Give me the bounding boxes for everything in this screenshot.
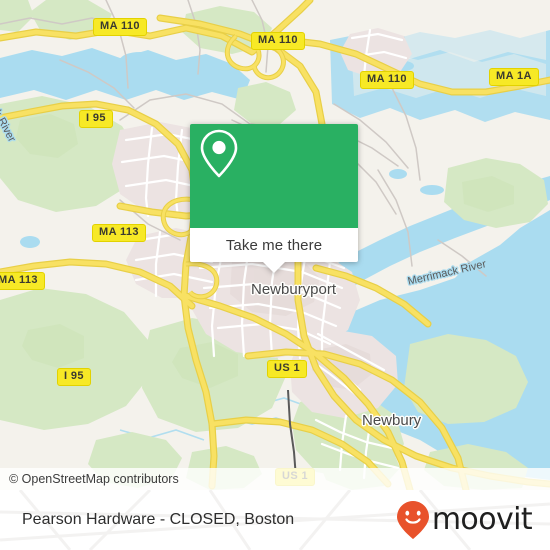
page-title: Pearson Hardware - CLOSED, Boston — [22, 511, 295, 528]
road-shield: MA 110 — [251, 32, 305, 50]
popup-action-label: Take me there — [225, 236, 323, 254]
road-shield: MA 110 — [93, 18, 147, 36]
popup-header — [190, 124, 358, 228]
road-shield: MA 113 — [0, 272, 45, 290]
moovit-wordmark: moovit — [431, 502, 533, 537]
road-shield: I 95 — [57, 368, 91, 386]
popup-action-label-wrap[interactable]: Take me there — [190, 228, 358, 262]
road-shield: MA 110 — [360, 71, 414, 89]
map-attribution-text[interactable]: © OpenStreetMap contributors — [0, 472, 179, 486]
road-shield: MA 113 — [92, 224, 146, 242]
map-popup-take-me-there[interactable]: Take me there — [190, 124, 358, 273]
map-attribution-bar: © OpenStreetMap contributors — [0, 468, 550, 490]
place-label-newburyport: Newburyport — [251, 281, 337, 298]
page-footer: Pearson Hardware - CLOSED, Boston moovit — [0, 490, 550, 550]
location-pin-icon — [200, 129, 238, 178]
road-shield: I 95 — [79, 110, 113, 128]
road-shield: US 1 — [267, 360, 308, 378]
map-canvas[interactable]: MA 110 MA 110 MA 110 MA 1A I 95 MA 113 M… — [0, 0, 550, 490]
moovit-map-page: MA 110 MA 110 MA 110 MA 1A I 95 MA 113 M… — [0, 0, 550, 550]
popup-tail — [263, 262, 285, 273]
moovit-logo[interactable]: moovit — [396, 500, 550, 540]
moovit-smiley-pin-icon — [396, 501, 429, 539]
road-shield: MA 1A — [489, 68, 539, 86]
place-label-newbury: Newbury — [362, 412, 422, 429]
